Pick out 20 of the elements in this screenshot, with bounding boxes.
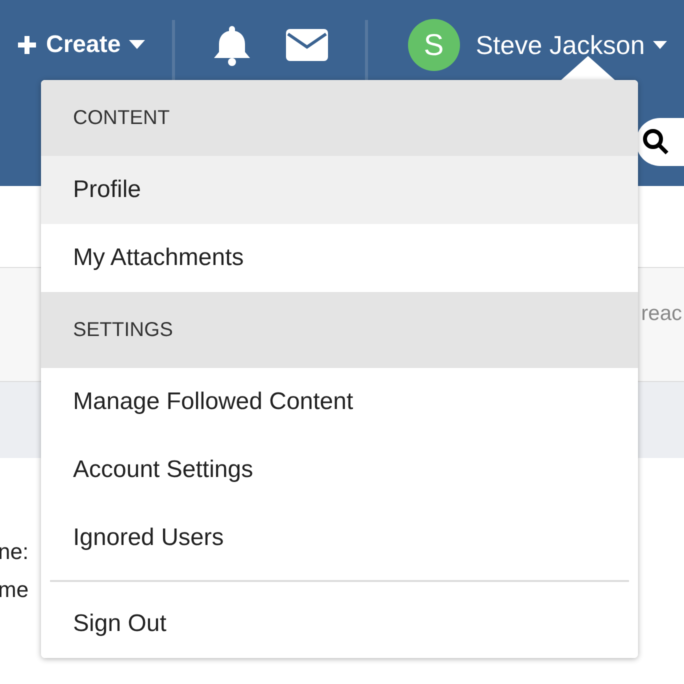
menu-section-header: SETTINGS <box>41 292 638 368</box>
menu-item[interactable]: Ignored Users <box>41 504 638 572</box>
menu-item[interactable]: Sign Out <box>41 590 638 658</box>
menu-item[interactable]: My Attachments <box>41 224 638 292</box>
messages-button[interactable] <box>286 29 328 61</box>
user-menu-button[interactable]: Steve Jackson <box>476 26 667 64</box>
menu-item[interactable]: Account Settings <box>41 436 638 504</box>
notice-text: reac <box>641 301 682 327</box>
plus-icon <box>16 34 38 56</box>
caret-icon <box>128 40 145 50</box>
menu-section-header: CONTENT <box>41 80 638 156</box>
caret-icon <box>652 40 667 50</box>
search-field[interactable] <box>636 118 684 166</box>
bell-icon <box>212 24 252 66</box>
menu-pointer-icon <box>560 56 616 81</box>
menu-item[interactable]: Manage Followed Content <box>41 368 638 436</box>
search-icon <box>642 128 670 156</box>
envelope-icon <box>286 29 328 61</box>
notifications-button[interactable] <box>212 24 252 66</box>
menu-item[interactable]: Profile <box>41 156 638 224</box>
